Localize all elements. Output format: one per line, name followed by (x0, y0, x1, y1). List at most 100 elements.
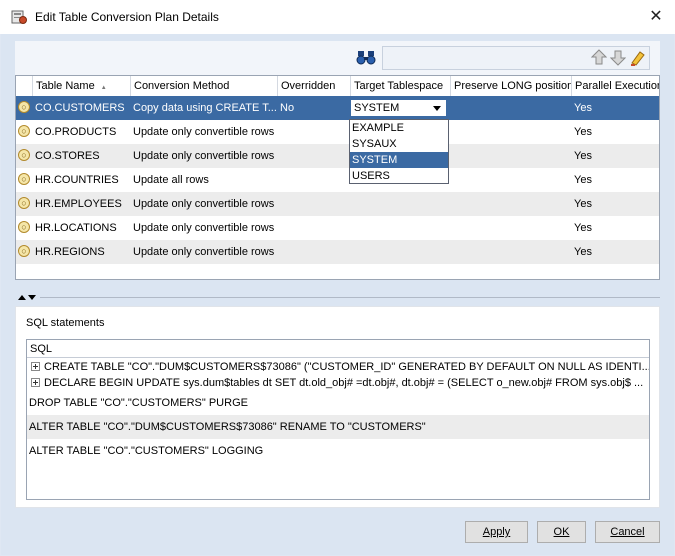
close-icon[interactable]: ✕ (641, 5, 671, 29)
cell-target-tablespace[interactable] (350, 216, 450, 240)
cell-table-name: CO.STORES (35, 150, 100, 162)
column-header-table-name[interactable]: Table Name ▲ (33, 76, 131, 96)
dropdown-option[interactable]: SYSAUX (350, 136, 448, 152)
table-row[interactable]: ○ CO.PRODUCTS Update only convertible ro… (16, 120, 659, 144)
sql-row[interactable]: ALTER TABLE "CO"."CUSTOMERS" LOGGING (27, 439, 649, 463)
app-icon (11, 10, 27, 24)
splitter-line (40, 297, 660, 298)
sql-row[interactable]: ALTER TABLE "CO"."DUM$CUSTOMERS$73086" R… (27, 415, 649, 439)
table-row[interactable]: ○ CO.CUSTOMERS Copy data using CREATE T.… (16, 96, 659, 120)
apply-button[interactable]: Apply (465, 521, 528, 543)
panel-splitter[interactable] (15, 293, 660, 303)
sql-row[interactable]: DROP TABLE "CO"."CUSTOMERS" PURGE (27, 391, 649, 415)
cell-conversion-method[interactable]: Update only convertible rows (130, 144, 277, 168)
cell-preserve-long (450, 144, 571, 168)
highlight-icon[interactable] (629, 49, 647, 66)
sql-text: ALTER TABLE "CO"."DUM$CUSTOMERS$73086" R… (29, 421, 426, 433)
cell-conversion-method[interactable]: Update only convertible rows (130, 216, 277, 240)
expand-plus-icon[interactable] (31, 378, 40, 387)
cell-parallel-execution[interactable]: Yes (571, 144, 659, 168)
cell-preserve-long (450, 192, 571, 216)
cell-preserve-long (450, 96, 571, 120)
sql-statements-table: SQL CREATE TABLE "CO"."DUM$CUSTOMERS$730… (26, 339, 650, 500)
binoculars-icon[interactable] (356, 49, 376, 65)
cell-preserve-long (450, 120, 571, 144)
column-title: Table Name (36, 80, 95, 92)
cell-table-name: CO.CUSTOMERS (35, 102, 125, 114)
sql-column-header: SQL (27, 340, 649, 358)
expand-plus-icon[interactable] (31, 362, 40, 371)
cell-conversion-method[interactable]: Update only convertible rows (130, 120, 277, 144)
dropdown-option-selected[interactable]: SYSTEM (350, 152, 448, 168)
cell-table-name: HR.COUNTRIES (35, 174, 119, 186)
cell-conversion-method[interactable]: Update only convertible rows (130, 192, 277, 216)
collapse-up-icon[interactable] (18, 295, 26, 300)
cell-conversion-method[interactable]: Update only convertible rows (130, 240, 277, 264)
cancel-button-label: Cancel (610, 526, 645, 538)
cell-target-tablespace[interactable] (350, 192, 450, 216)
expand-down-icon[interactable] (28, 295, 36, 300)
cell-preserve-long (450, 240, 571, 264)
cell-preserve-long (450, 216, 571, 240)
title-bar: Edit Table Conversion Plan Details ✕ (0, 0, 675, 34)
tablespace-dropdown-list: EXAMPLE SYSAUX SYSTEM USERS (349, 119, 449, 184)
ok-button[interactable]: OK (537, 521, 586, 543)
table-header: Table Name ▲ Conversion Method Overridde… (16, 76, 659, 97)
cell-conversion-method[interactable]: Copy data using CREATE T... (130, 96, 277, 120)
table-icon: ○ (18, 125, 30, 137)
cell-parallel-execution[interactable]: Yes (571, 168, 659, 192)
table-row[interactable]: ○ HR.LOCATIONS Update only convertible r… (16, 216, 659, 240)
arrow-up-icon[interactable] (591, 49, 607, 66)
chevron-down-icon[interactable] (433, 106, 441, 111)
cell-overridden (277, 192, 350, 216)
cell-overridden (277, 144, 350, 168)
sort-ascending-icon: ▲ (100, 85, 107, 91)
table-icon: ○ (18, 197, 30, 209)
table-icon: ○ (18, 221, 30, 233)
cell-target-tablespace[interactable] (350, 240, 450, 264)
cell-overridden: No (280, 102, 295, 114)
column-header-target-tablespace[interactable]: Target Tablespace (351, 76, 451, 96)
column-header-preserve-long[interactable]: Preserve LONG position (451, 76, 572, 96)
sql-text: CREATE TABLE "CO"."DUM$CUSTOMERS$73086" … (44, 361, 650, 373)
column-header-conversion-method[interactable]: Conversion Method (131, 76, 278, 96)
cell-parallel-execution[interactable]: Yes (571, 120, 659, 144)
cell-parallel-execution[interactable]: Yes (571, 216, 659, 240)
tablespace-combo[interactable]: SYSTEM (350, 99, 447, 117)
sql-text: DROP TABLE "CO"."CUSTOMERS" PURGE (29, 397, 248, 409)
dropdown-option[interactable]: USERS (350, 168, 448, 184)
table-icon: ○ (18, 149, 30, 161)
cell-preserve-long (450, 168, 571, 192)
table-icon: ○ (18, 245, 30, 257)
table-icon: ○ (18, 173, 30, 185)
cell-table-name: HR.REGIONS (35, 246, 105, 258)
arrow-down-icon[interactable] (610, 49, 626, 66)
cell-table-name: HR.LOCATIONS (35, 222, 117, 234)
cell-overridden (277, 240, 350, 264)
table-row[interactable]: ○ HR.EMPLOYEES Update only convertible r… (16, 192, 659, 216)
table-row[interactable]: ○ HR.REGIONS Update only convertible row… (16, 240, 659, 264)
window-title: Edit Table Conversion Plan Details (35, 10, 219, 24)
cell-conversion-method[interactable]: Update all rows (130, 168, 277, 192)
cell-overridden (277, 120, 350, 144)
header-icon-column (16, 76, 33, 96)
cancel-button[interactable]: Cancel (595, 521, 660, 543)
cell-parallel-execution[interactable]: Yes (571, 240, 659, 264)
sql-row[interactable]: DECLARE BEGIN UPDATE sys.dum$tables dt S… (27, 375, 649, 391)
sql-text: ALTER TABLE "CO"."CUSTOMERS" LOGGING (29, 445, 264, 457)
cell-overridden (277, 216, 350, 240)
column-header-overridden[interactable]: Overridden (278, 76, 351, 96)
cell-table-name: CO.PRODUCTS (35, 126, 117, 138)
conversion-plan-table: Table Name ▲ Conversion Method Overridde… (15, 75, 660, 280)
cell-parallel-execution[interactable]: Yes (571, 96, 659, 120)
table-row[interactable]: ○ CO.STORES Update only convertible rows… (16, 144, 659, 168)
apply-button-label: Apply (482, 526, 511, 538)
column-header-parallel-execution[interactable]: Parallel Execution (572, 76, 659, 96)
dropdown-option[interactable]: EXAMPLE (350, 120, 448, 136)
table-row[interactable]: ○ HR.COUNTRIES Update all rows Yes (16, 168, 659, 192)
sql-row[interactable]: CREATE TABLE "CO"."DUM$CUSTOMERS$73086" … (27, 359, 650, 375)
sql-text: DECLARE BEGIN UPDATE sys.dum$tables dt S… (44, 377, 644, 389)
cell-overridden (277, 168, 350, 192)
cell-parallel-execution[interactable]: Yes (571, 192, 659, 216)
cell-table-name: HR.EMPLOYEES (35, 198, 122, 210)
